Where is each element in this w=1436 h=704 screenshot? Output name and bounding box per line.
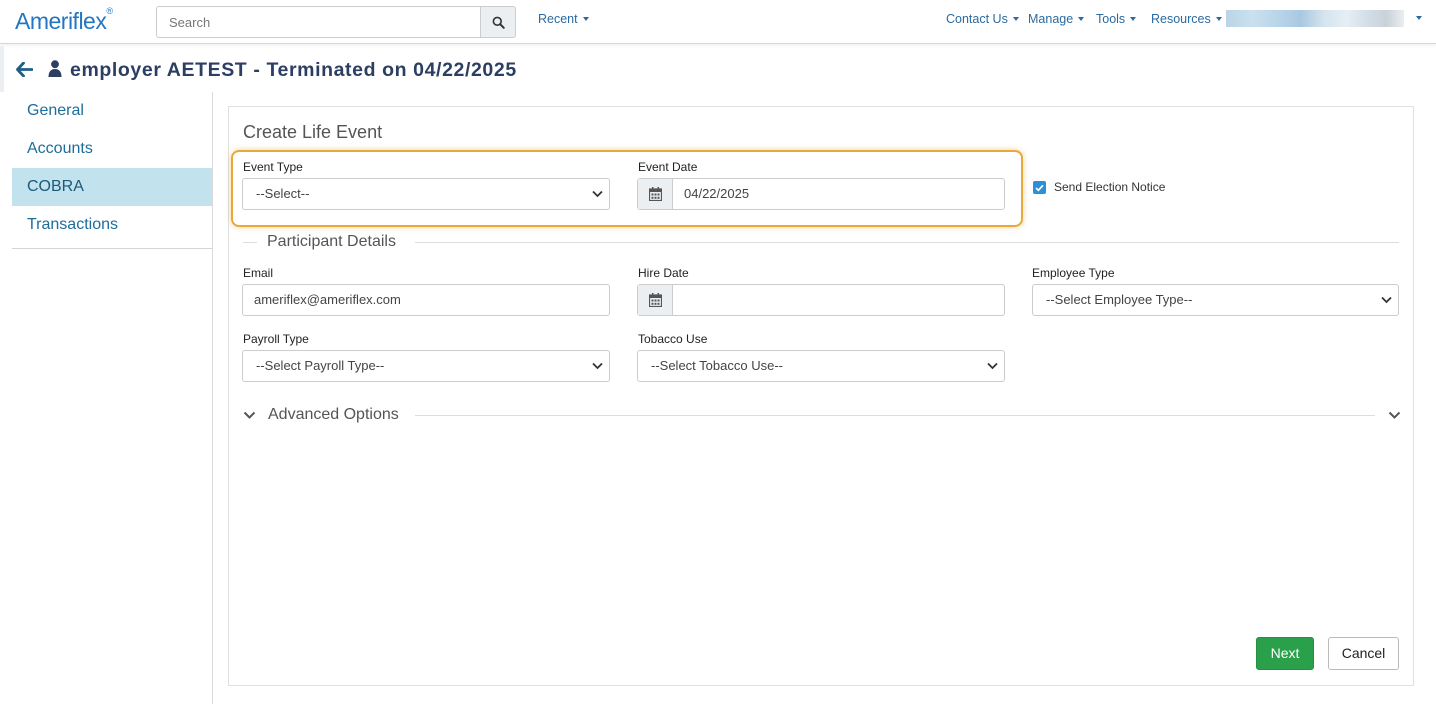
registered-mark: ®	[106, 6, 113, 17]
event-date-value: 04/22/2025	[684, 186, 750, 201]
payroll-type-value: --Select Payroll Type--	[256, 358, 385, 373]
tobacco-use-select[interactable]: --Select Tobacco Use--	[637, 350, 1005, 382]
nav-resources-label: Resources	[1151, 12, 1211, 26]
calendar-button[interactable]	[638, 285, 673, 315]
chevron-down-icon	[987, 362, 998, 370]
user-icon	[48, 60, 62, 77]
search-input[interactable]	[156, 6, 481, 38]
search-icon	[492, 16, 505, 29]
chevron-down-icon	[592, 362, 603, 370]
form-title: Create Life Event	[243, 122, 383, 142]
top-navbar: Ameriflex® Recent Contact Us Manage Tool…	[0, 0, 1436, 44]
tobacco-use-value: --Select Tobacco Use--	[651, 358, 783, 373]
event-type-value: --Select--	[256, 186, 310, 201]
event-date-field[interactable]: 04/22/2025	[637, 178, 1005, 210]
user-menu-redacted[interactable]	[1226, 10, 1404, 27]
sidebar-item-cobra[interactable]: COBRA	[12, 168, 212, 206]
email-field[interactable]: ameriflex@ameriflex.com	[242, 284, 610, 316]
section-divider	[415, 242, 1399, 243]
caret-down-icon	[1078, 16, 1085, 21]
hire-date-field[interactable]	[637, 284, 1005, 316]
advanced-options-heading[interactable]: Advanced Options	[268, 406, 399, 424]
create-life-event-card: Create Life Event Event Type --Select-- …	[228, 106, 1414, 686]
chevron-down-icon	[1381, 296, 1392, 304]
section-divider	[243, 242, 257, 243]
hire-date-label: Hire Date	[638, 266, 689, 280]
chevron-down-icon[interactable]	[1388, 411, 1401, 420]
sidebar-divider	[12, 248, 212, 249]
email-label: Email	[243, 266, 274, 280]
advanced-options-toggle-icon[interactable]	[243, 411, 256, 420]
caret-down-icon	[1130, 16, 1137, 21]
search-group	[156, 6, 516, 38]
nav-contact-us[interactable]: Contact Us	[946, 12, 1019, 26]
cancel-button[interactable]: Cancel	[1328, 637, 1399, 670]
back-arrow-icon[interactable]	[16, 62, 33, 77]
nav-recent[interactable]: Recent	[538, 12, 589, 26]
sidebar: General Accounts COBRA Transactions	[12, 92, 213, 704]
sidebar-item-accounts[interactable]: Accounts	[12, 130, 212, 168]
nav-manage-label: Manage	[1028, 12, 1074, 26]
chevron-down-icon	[592, 190, 603, 198]
nav-manage[interactable]: Manage	[1028, 12, 1085, 26]
participant-details-heading: Participant Details	[267, 233, 396, 251]
sidebar-item-transactions[interactable]: Transactions	[12, 206, 212, 244]
calendar-icon	[648, 293, 662, 307]
tobacco-use-label: Tobacco Use	[638, 332, 708, 346]
send-election-notice-checkbox[interactable]	[1033, 181, 1046, 194]
caret-down-icon	[1012, 16, 1019, 21]
page-title: employer AETEST - Terminated on 04/22/20…	[70, 59, 517, 81]
checkmark-icon	[1035, 184, 1044, 192]
payroll-type-label: Payroll Type	[243, 332, 309, 346]
nav-tools-label: Tools	[1096, 12, 1126, 26]
sidebar-item-general[interactable]: General	[12, 92, 212, 130]
section-divider	[415, 415, 1375, 416]
nav-recent-label: Recent	[538, 12, 578, 26]
employee-type-value: --Select Employee Type--	[1046, 292, 1193, 307]
page-header: employer AETEST - Terminated on 04/22/20…	[0, 46, 1436, 92]
ameriflex-logo[interactable]: Ameriflex®	[15, 6, 113, 35]
search-button[interactable]	[480, 6, 516, 38]
employee-type-select[interactable]: --Select Employee Type--	[1032, 284, 1399, 316]
send-election-notice-label[interactable]: Send Election Notice	[1054, 180, 1165, 194]
email-value: ameriflex@ameriflex.com	[254, 292, 401, 307]
event-type-label: Event Type	[243, 160, 303, 174]
next-button[interactable]: Next	[1256, 637, 1314, 670]
employee-type-label: Employee Type	[1032, 266, 1115, 280]
calendar-icon	[648, 187, 662, 201]
payroll-type-select[interactable]: --Select Payroll Type--	[242, 350, 610, 382]
nav-contact-label: Contact Us	[946, 12, 1008, 26]
calendar-button[interactable]	[638, 179, 673, 209]
event-type-select[interactable]: --Select--	[242, 178, 610, 210]
caret-down-icon	[1215, 16, 1222, 21]
logo-text: Ameriflex	[15, 8, 107, 34]
nav-tools[interactable]: Tools	[1096, 12, 1137, 26]
caret-down-icon	[582, 16, 589, 21]
nav-resources[interactable]: Resources	[1151, 12, 1222, 26]
user-menu-caret-icon[interactable]	[1416, 16, 1422, 20]
event-date-label: Event Date	[638, 160, 698, 174]
